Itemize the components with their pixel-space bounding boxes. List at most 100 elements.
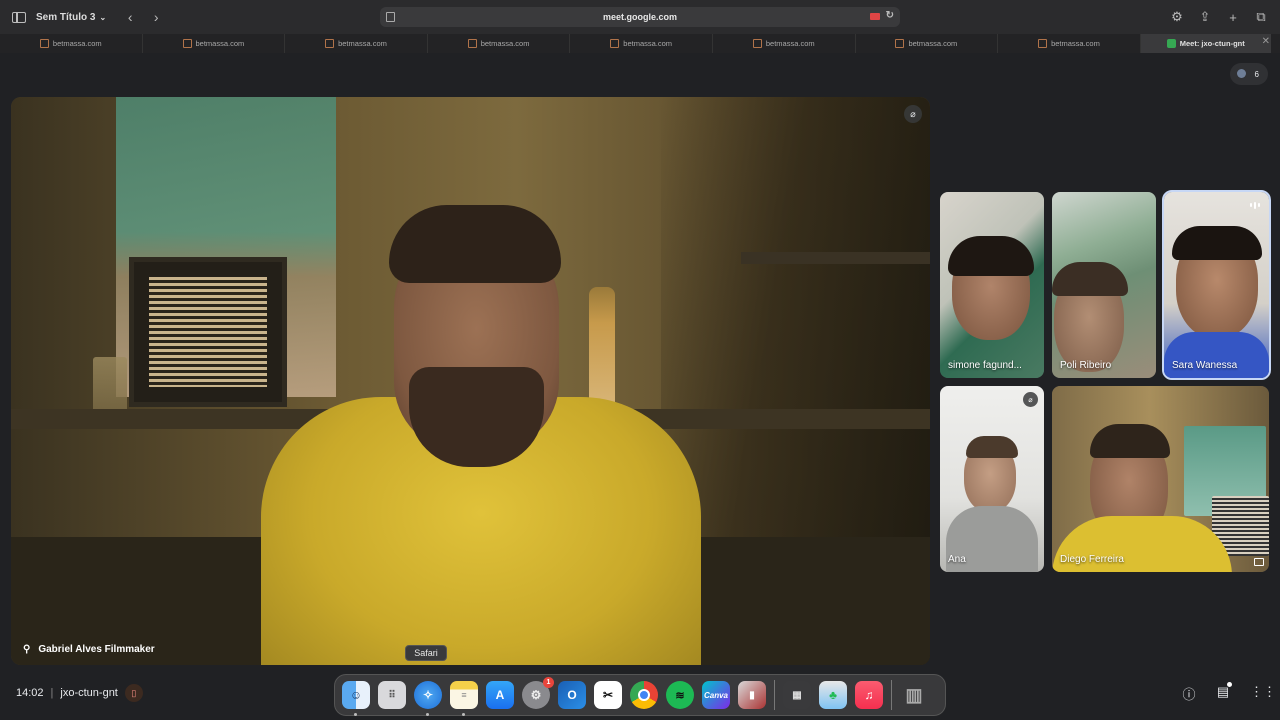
app-store-icon[interactable]: A xyxy=(486,681,514,709)
tab[interactable]: betmassa.com xyxy=(0,34,143,53)
tab-label: betmassa.com xyxy=(195,39,245,48)
share-icon[interactable]: ⇪ xyxy=(1198,9,1212,25)
favicon-icon xyxy=(752,39,762,48)
tab-label: betmassa.com xyxy=(765,39,815,48)
participants-count: 6 xyxy=(1254,69,1259,79)
tab[interactable]: betmassa.com xyxy=(285,34,428,53)
people-icon xyxy=(1237,69,1246,78)
favicon-icon xyxy=(895,39,905,48)
browser-toolbar: Sem Título 3 ⌄ ‹ › meet.google.com ↻ ⚙ ⇪… xyxy=(0,0,1280,34)
outlook-icon[interactable]: O xyxy=(558,681,586,709)
macos-dock: ☺ ⠿ ✧ ≡ A ⚙ 1 O ✂ ≋ Canva ▮ ▦ ♣ ♫ ▥ xyxy=(334,674,946,716)
system-settings-icon[interactable]: ⚙ 1 xyxy=(522,677,554,709)
pin-icon[interactable]: ⚲ xyxy=(23,644,30,655)
favicon-icon xyxy=(325,39,335,48)
frame-stripes xyxy=(149,277,267,387)
finder-icon[interactable]: ☺ xyxy=(342,681,370,716)
participant-hair xyxy=(966,436,1018,458)
speaking-indicator-icon xyxy=(1248,200,1262,210)
speaker-name: Gabriel Alves Filmmaker xyxy=(38,644,155,655)
dock-tooltip: Safari xyxy=(405,645,447,661)
tab-label: betmassa.com xyxy=(1051,39,1100,48)
reload-icon[interactable]: ↻ xyxy=(886,10,894,21)
meeting-details: 14:02 | jxo-ctun-gnt ▯ xyxy=(16,684,143,702)
favicon-icon xyxy=(610,39,620,48)
meet-stage: 6 ⌀ ⚲ Gabriel Alves Filmmaker simone fag… xyxy=(0,53,1280,720)
participant-tile[interactable]: Diego Ferreira xyxy=(1052,386,1269,572)
speaker-label: ⚲ Gabriel Alves Filmmaker xyxy=(23,644,155,655)
participant-hair xyxy=(1090,424,1170,458)
favicon-icon xyxy=(39,39,49,48)
address-bar[interactable]: meet.google.com ↻ xyxy=(380,7,900,27)
tab[interactable]: betmassa.com xyxy=(856,34,999,53)
upper-shelf xyxy=(741,252,930,264)
participant-hair xyxy=(948,236,1034,276)
launchpad-icon[interactable]: ⠿ xyxy=(378,681,406,709)
close-tab-icon[interactable]: ✕ xyxy=(1262,36,1270,47)
trash-icon[interactable]: ▥ xyxy=(900,681,928,709)
participants-button[interactable]: 6 xyxy=(1230,63,1268,85)
participant-name: Diego Ferreira xyxy=(1060,554,1124,565)
tab[interactable]: betmassa.com xyxy=(713,34,856,53)
settings-gear-icon[interactable]: ⚙ xyxy=(1170,9,1184,25)
spotify-icon[interactable]: ≋ xyxy=(666,681,694,709)
tab[interactable]: betmassa.com xyxy=(570,34,713,53)
calculator-icon[interactable]: ▦ xyxy=(783,681,811,709)
chrome-icon[interactable] xyxy=(630,681,658,709)
meet-favicon-icon xyxy=(1166,39,1176,48)
meeting-code: jxo-ctun-gnt xyxy=(60,687,118,699)
dock-separator xyxy=(774,680,775,710)
bottle xyxy=(589,287,615,407)
main-speaker-video[interactable]: ⌀ ⚲ Gabriel Alves Filmmaker xyxy=(11,97,930,665)
favicon-icon xyxy=(182,39,192,48)
activities-grid-icon[interactable]: ⋮⋮ xyxy=(1250,684,1276,703)
sidebar-toggle-icon[interactable] xyxy=(12,11,26,23)
picture-in-picture-icon[interactable] xyxy=(1254,558,1264,566)
participant-tile-speaking[interactable]: Sara Wanessa xyxy=(1162,190,1271,380)
notes-icon[interactable]: ≡ xyxy=(450,681,478,716)
camera-in-use-icon[interactable] xyxy=(870,13,880,20)
safari-icon[interactable]: ✧ xyxy=(414,681,442,716)
back-arrow-icon[interactable]: ‹ xyxy=(122,9,138,25)
toolbar-left: Sem Título 3 ⌄ ‹ › xyxy=(12,0,164,34)
new-tab-icon[interactable]: + xyxy=(1226,10,1240,25)
tab[interactable]: betmassa.com xyxy=(143,34,286,53)
tab-group-selector[interactable]: Sem Título 3 ⌄ xyxy=(36,12,106,23)
speaker-hair xyxy=(389,205,561,283)
participant-name: simone fagund... xyxy=(948,360,1022,371)
dock-separator xyxy=(891,680,892,710)
favicon-icon xyxy=(467,39,477,48)
music-icon[interactable]: ♫ xyxy=(855,681,883,709)
screen: Sem Título 3 ⌄ ‹ › meet.google.com ↻ ⚙ ⇪… xyxy=(0,0,1280,720)
mic-off-icon[interactable]: ⌀ xyxy=(904,105,922,123)
participant-tile[interactable]: ⌀ Ana xyxy=(940,386,1044,572)
tab-label: Meet: jxo-ctun-gnt xyxy=(1179,39,1245,48)
tab[interactable]: betmassa.com xyxy=(428,34,571,53)
canva-icon[interactable]: Canva xyxy=(702,681,730,709)
forward-arrow-icon[interactable]: › xyxy=(148,9,164,25)
recording-room-icon[interactable]: ▯ xyxy=(124,684,143,702)
capcut-icon[interactable]: ✂ xyxy=(594,681,622,709)
mic-off-icon: ⌀ xyxy=(1023,392,1038,407)
chat-icon[interactable]: ▤ xyxy=(1216,682,1232,703)
photo-booth-icon[interactable]: ▮ xyxy=(738,681,766,709)
meeting-side-controls: ⓘ ▤ ⋮⋮ xyxy=(1182,682,1276,703)
tab-meet-active[interactable]: Meet: jxo-ctun-gnt xyxy=(1140,34,1271,53)
tab-label: betmassa.com xyxy=(338,39,387,48)
info-icon[interactable]: ⓘ xyxy=(1182,684,1196,703)
participant-shirt xyxy=(1164,332,1269,378)
toolbar-right: ⚙ ⇪ + ⧉ xyxy=(1170,0,1268,34)
participant-tile[interactable]: simone fagund... xyxy=(940,192,1044,378)
tab[interactable]: betmassa.com xyxy=(998,34,1141,53)
favicon-icon xyxy=(1038,39,1048,48)
tab-label: betmassa.com xyxy=(908,39,958,48)
clock-time: 14:02 xyxy=(16,687,44,699)
tab-overview-icon[interactable]: ⧉ xyxy=(1254,9,1268,25)
separator: | xyxy=(50,687,54,699)
page-menu-icon[interactable] xyxy=(386,12,395,22)
participant-name: Sara Wanessa xyxy=(1172,360,1238,371)
participant-tile[interactable]: Poli Ribeiro xyxy=(1052,192,1156,378)
tab-label: betmassa.com xyxy=(480,39,530,48)
preview-icon[interactable]: ♣ xyxy=(819,681,847,709)
participant-hair xyxy=(1172,226,1262,260)
